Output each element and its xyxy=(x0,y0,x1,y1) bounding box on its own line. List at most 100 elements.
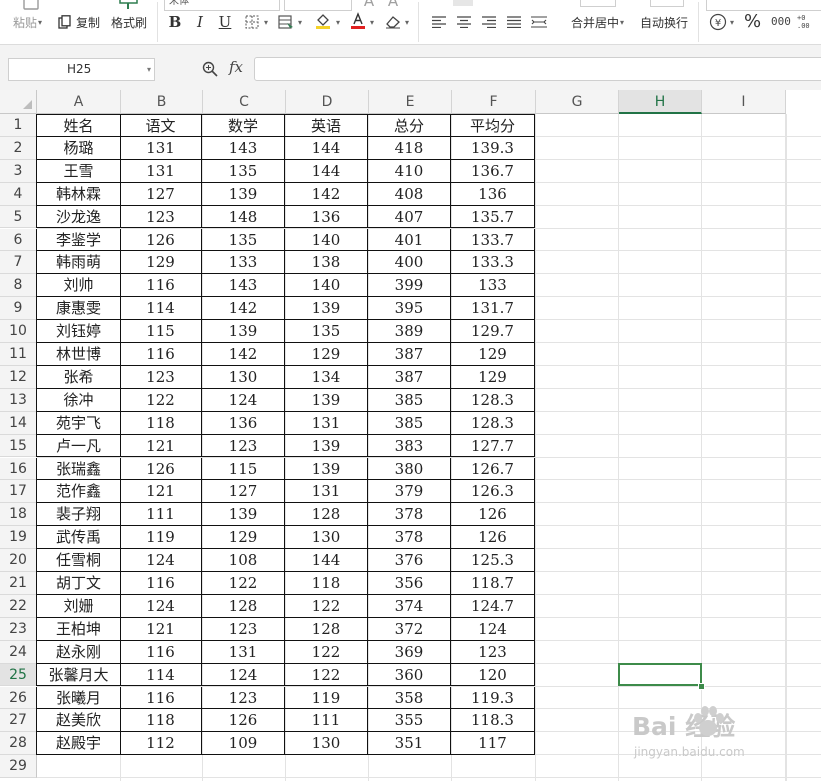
score-cell[interactable]: 117 xyxy=(451,732,535,756)
column-header-d[interactable]: D xyxy=(286,90,369,114)
name-cell[interactable]: 韩雨萌 xyxy=(36,251,121,275)
score-cell[interactable]: 126.7 xyxy=(451,457,535,481)
fill-color-icon[interactable] xyxy=(314,12,332,30)
selected-cell[interactable] xyxy=(618,662,702,687)
score-cell[interactable]: 127.7 xyxy=(451,434,535,458)
column-header-c[interactable]: C xyxy=(203,90,286,114)
column-header-b[interactable]: B xyxy=(121,90,203,114)
score-cell[interactable]: 124.7 xyxy=(451,594,535,618)
score-cell[interactable]: 133.3 xyxy=(451,251,535,275)
score-cell[interactable]: 129 xyxy=(120,251,202,275)
underline-icon[interactable]: U xyxy=(216,13,234,31)
score-cell[interactable]: 400 xyxy=(368,251,451,275)
score-cell[interactable]: 118 xyxy=(120,411,202,435)
row-header-26[interactable]: 26 xyxy=(0,686,37,710)
fill-color-dropdown-icon[interactable]: ▾ xyxy=(336,18,340,27)
score-cell[interactable]: 134 xyxy=(285,365,368,389)
score-cell[interactable]: 387 xyxy=(368,365,451,389)
score-cell[interactable]: 399 xyxy=(368,274,451,298)
score-cell[interactable]: 116 xyxy=(120,274,202,298)
score-cell[interactable]: 372 xyxy=(368,617,451,641)
score-cell[interactable]: 123 xyxy=(202,434,285,458)
currency-dropdown-icon[interactable]: ▾ xyxy=(730,18,734,27)
score-cell[interactable]: 139 xyxy=(285,388,368,412)
font-name-combo[interactable]: 宋体 xyxy=(164,0,280,11)
score-cell[interactable]: 114 xyxy=(120,297,202,321)
align-right-icon[interactable] xyxy=(480,13,498,31)
header-cell[interactable]: 平均分 xyxy=(451,114,535,137)
score-cell[interactable]: 126 xyxy=(451,503,535,527)
score-cell[interactable]: 387 xyxy=(368,343,451,366)
name-cell[interactable]: 韩林霖 xyxy=(36,182,121,206)
score-cell[interactable]: 395 xyxy=(368,297,451,321)
row-header-1[interactable]: 1 xyxy=(0,114,37,137)
row-header-28[interactable]: 28 xyxy=(0,732,37,756)
score-cell[interactable]: 123 xyxy=(202,617,285,641)
justify-icon[interactable] xyxy=(505,13,523,31)
merge-top-button[interactable] xyxy=(580,0,616,7)
name-cell[interactable]: 范作鑫 xyxy=(36,480,121,504)
column-header-i[interactable]: I xyxy=(702,90,786,114)
score-cell[interactable]: 130 xyxy=(202,365,285,389)
select-all-button[interactable] xyxy=(0,90,37,114)
score-cell[interactable]: 118 xyxy=(285,572,368,595)
score-cell[interactable]: 119 xyxy=(120,526,202,550)
score-cell[interactable]: 129 xyxy=(451,365,535,389)
name-cell[interactable]: 任雪桐 xyxy=(36,549,121,572)
score-cell[interactable]: 116 xyxy=(120,640,202,664)
score-cell[interactable]: 124 xyxy=(120,549,202,572)
formula-input[interactable] xyxy=(254,57,821,81)
score-cell[interactable]: 130 xyxy=(285,526,368,550)
font-size-combo[interactable] xyxy=(284,0,352,11)
row-header-16[interactable]: 16 xyxy=(0,457,37,481)
row-header-24[interactable]: 24 xyxy=(0,640,37,664)
borders-dropdown-icon[interactable]: ▾ xyxy=(264,18,268,27)
score-cell[interactable]: 123 xyxy=(120,205,202,229)
name-cell[interactable]: 王柏坤 xyxy=(36,617,121,641)
row-header-22[interactable]: 22 xyxy=(0,594,37,618)
name-cell[interactable]: 刘姗 xyxy=(36,594,121,618)
name-cell[interactable]: 张瑞鑫 xyxy=(36,457,121,481)
paste-icon[interactable] xyxy=(20,0,42,12)
score-cell[interactable]: 131 xyxy=(285,411,368,435)
name-cell[interactable]: 杨璐 xyxy=(36,136,121,160)
name-cell[interactable]: 胡丁文 xyxy=(36,572,121,595)
name-cell[interactable]: 张馨月大 xyxy=(36,663,121,687)
name-cell[interactable]: 武传禹 xyxy=(36,526,121,550)
currency-icon[interactable]: ¥ xyxy=(708,12,728,32)
header-cell[interactable]: 总分 xyxy=(368,114,451,137)
score-cell[interactable]: 383 xyxy=(368,434,451,458)
score-cell[interactable]: 123 xyxy=(120,365,202,389)
name-cell[interactable]: 沙龙逸 xyxy=(36,205,121,229)
distributed-icon[interactable] xyxy=(530,13,548,31)
score-cell[interactable]: 126 xyxy=(202,709,285,733)
score-cell[interactable]: 124 xyxy=(202,388,285,412)
row-header-29[interactable]: 29 xyxy=(0,755,37,779)
insert-function-button[interactable]: fx xyxy=(229,58,243,76)
score-cell[interactable]: 418 xyxy=(368,136,451,160)
score-cell[interactable]: 116 xyxy=(120,572,202,595)
column-header-g[interactable]: G xyxy=(536,90,619,114)
name-cell[interactable]: 张曦月 xyxy=(36,686,121,710)
copy-button[interactable]: 复制 xyxy=(76,16,100,30)
row-header-11[interactable]: 11 xyxy=(0,343,37,366)
alignment-top-button[interactable] xyxy=(453,0,473,6)
thousands-separator-icon[interactable]: 000 xyxy=(770,12,792,30)
name-cell[interactable]: 卢一凡 xyxy=(36,434,121,458)
score-cell[interactable]: 135.7 xyxy=(451,205,535,229)
spreadsheet-grid[interactable]: A B C D E F G H I 1 2 3 4 5 6 7 8 9 10 11 12 13 14 15 16 17 18 19 20… xyxy=(0,90,821,781)
score-cell[interactable]: 133.7 xyxy=(451,228,535,252)
wrap-text-button[interactable]: 自动换行 xyxy=(640,16,688,30)
name-cell[interactable]: 赵殿宇 xyxy=(36,732,121,756)
score-cell[interactable]: 139 xyxy=(202,503,285,527)
score-cell[interactable]: 360 xyxy=(368,663,451,687)
score-cell[interactable]: 119.3 xyxy=(451,686,535,710)
align-left-icon[interactable] xyxy=(430,13,448,31)
score-cell[interactable]: 123 xyxy=(451,640,535,664)
name-cell[interactable]: 裴子翔 xyxy=(36,503,121,527)
row-header-9[interactable]: 9 xyxy=(0,297,37,321)
score-cell[interactable]: 128.3 xyxy=(451,411,535,435)
score-cell[interactable]: 378 xyxy=(368,503,451,527)
score-cell[interactable]: 131 xyxy=(285,480,368,504)
font-color-icon[interactable] xyxy=(349,12,367,30)
